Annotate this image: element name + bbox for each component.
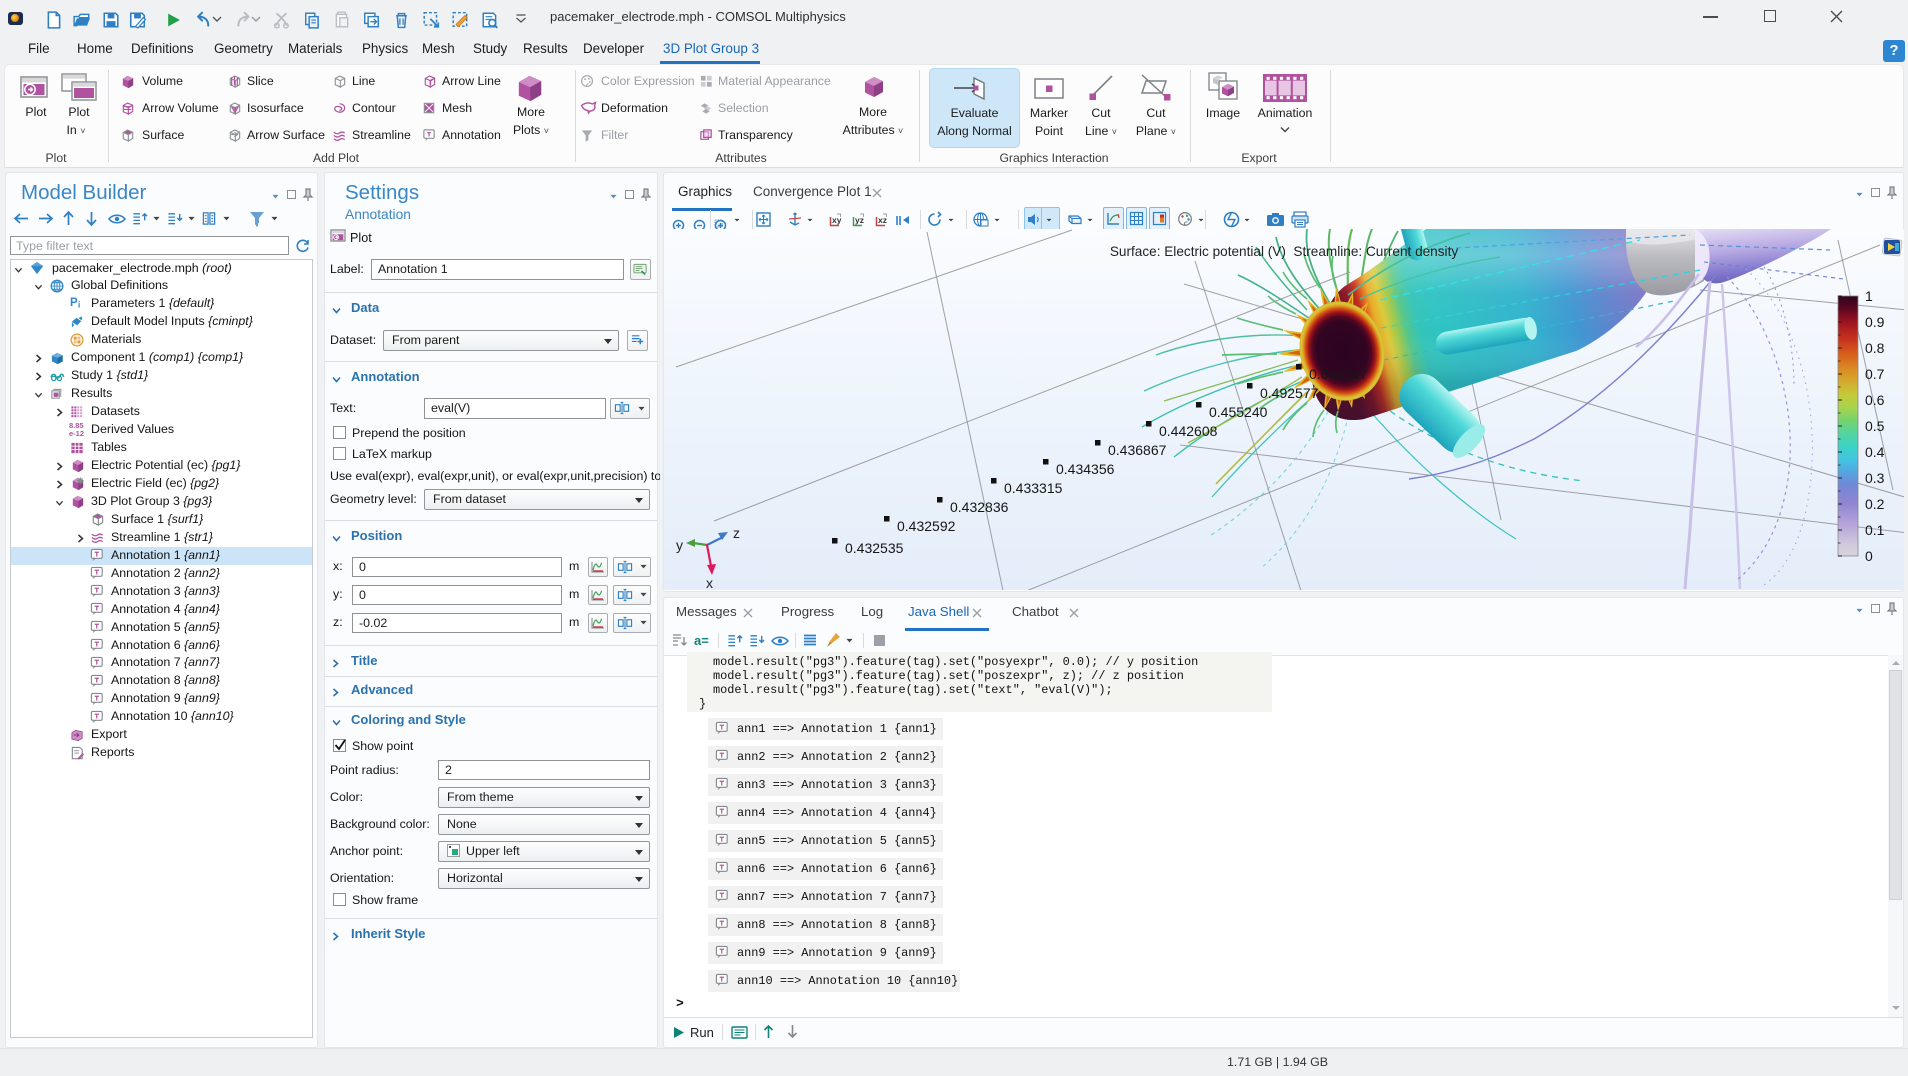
svg-text:0.432836: 0.432836	[950, 499, 1009, 515]
svg-text:0.2: 0.2	[1865, 496, 1885, 512]
svg-text:0.432592: 0.432592	[897, 518, 956, 534]
svg-text:0.8: 0.8	[1865, 340, 1885, 356]
svg-text:Surface: Electric potential (V: Surface: Electric potential (V) Streamli…	[1110, 244, 1458, 259]
svg-text:0.455240: 0.455240	[1209, 404, 1268, 420]
svg-text:0.432535: 0.432535	[845, 540, 904, 556]
svg-text:y: y	[676, 537, 683, 553]
svg-text:0.436867: 0.436867	[1108, 442, 1167, 458]
svg-text:0.5: 0.5	[1865, 418, 1885, 434]
svg-text:0.434356: 0.434356	[1056, 461, 1115, 477]
svg-text:0.9: 0.9	[1865, 314, 1885, 330]
svg-text:0.1: 0.1	[1865, 522, 1885, 538]
svg-text:0.4: 0.4	[1865, 444, 1885, 460]
svg-text:0.7: 0.7	[1865, 366, 1885, 382]
svg-text:0.442608: 0.442608	[1159, 423, 1218, 439]
svg-text:0.492577: 0.492577	[1260, 385, 1319, 401]
svg-text:0.644517: 0.644517	[1309, 366, 1368, 382]
svg-text:1: 1	[1865, 288, 1873, 304]
svg-text:0: 0	[1865, 548, 1873, 564]
svg-text:z: z	[733, 525, 740, 541]
svg-text:x: x	[706, 575, 713, 590]
svg-text:0.6: 0.6	[1865, 392, 1885, 408]
svg-text:0.3: 0.3	[1865, 470, 1885, 486]
svg-text:0.433315: 0.433315	[1004, 480, 1063, 496]
